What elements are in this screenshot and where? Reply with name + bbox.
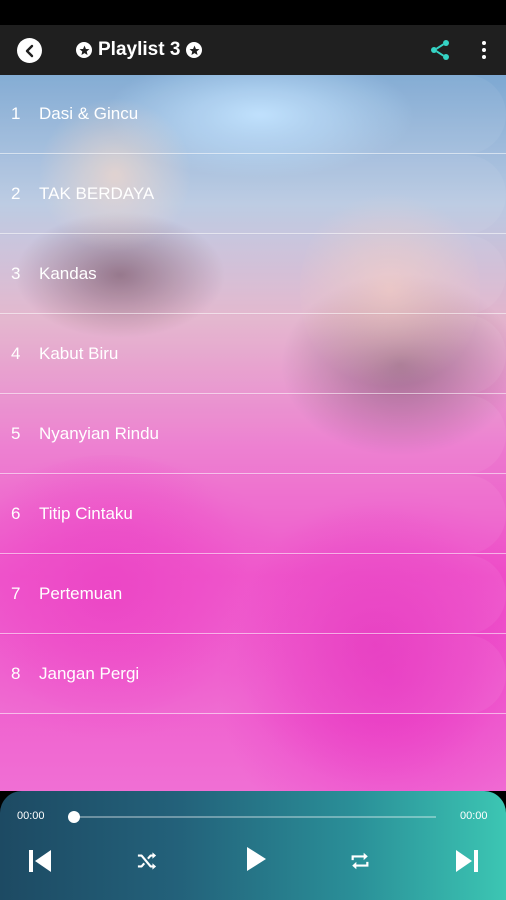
track-row[interactable]: 4 Kabut Biru (0, 315, 506, 394)
track-number: 5 (11, 424, 21, 443)
track-title: Jangan Pergi (39, 664, 140, 683)
track-number: 4 (11, 344, 21, 363)
track-title: Nyanyian Rindu (39, 424, 160, 443)
next-button[interactable] (452, 847, 482, 875)
track-row[interactable]: 6 Titip Cintaku (0, 475, 506, 554)
play-button[interactable] (241, 843, 271, 875)
track-number: 6 (11, 504, 21, 523)
track-number: 8 (11, 664, 21, 683)
track-row[interactable]: 3 Kandas (0, 235, 506, 314)
more-options-button[interactable] (476, 38, 492, 62)
skip-previous-icon (29, 850, 51, 872)
track-number: 1 (11, 104, 21, 123)
track-row[interactable]: 7 Pertemuan (0, 555, 506, 634)
track-row[interactable]: 2 TAK BERDAYA (0, 155, 506, 234)
current-time: 00:00 (17, 810, 45, 822)
skip-next-icon (456, 850, 478, 872)
repeat-button[interactable] (347, 848, 373, 874)
shuffle-icon (137, 852, 157, 870)
track-number: 2 (11, 184, 21, 203)
app-bar: Playlist 3 (0, 25, 506, 75)
share-button[interactable] (428, 38, 452, 62)
track-number: 3 (11, 264, 21, 283)
shuffle-button[interactable] (134, 848, 160, 874)
track-row[interactable]: 5 Nyanyian Rindu (0, 395, 506, 474)
back-button[interactable] (17, 38, 42, 63)
track-row[interactable]: 1 Dasi & Gincu (0, 75, 506, 154)
track-title: Titip Cintaku (39, 504, 133, 523)
track-title: Kabut Biru (39, 344, 119, 363)
seek-thumb[interactable] (68, 811, 80, 823)
share-icon (431, 40, 449, 60)
status-bar (0, 0, 506, 25)
track-row[interactable]: 8 Jangan Pergi (0, 635, 506, 714)
total-time: 00:00 (460, 810, 488, 822)
chevron-left-icon (25, 44, 33, 57)
previous-button[interactable] (25, 847, 55, 875)
more-vertical-icon (482, 41, 486, 45)
track-title: Kandas (39, 264, 97, 283)
page-title: Playlist 3 (98, 39, 181, 60)
star-icon (76, 42, 92, 58)
repeat-icon (351, 852, 369, 870)
track-number: 7 (11, 584, 21, 603)
music-player: 00:00 00:00 (0, 791, 506, 900)
track-title: Pertemuan (39, 584, 123, 603)
title-group: Playlist 3 (76, 37, 203, 63)
star-icon (186, 42, 203, 58)
track-title: TAK BERDAYA (39, 184, 155, 203)
play-icon (247, 847, 266, 871)
seek-bar[interactable] (72, 816, 436, 818)
track-title: Dasi & Gincu (39, 104, 139, 123)
